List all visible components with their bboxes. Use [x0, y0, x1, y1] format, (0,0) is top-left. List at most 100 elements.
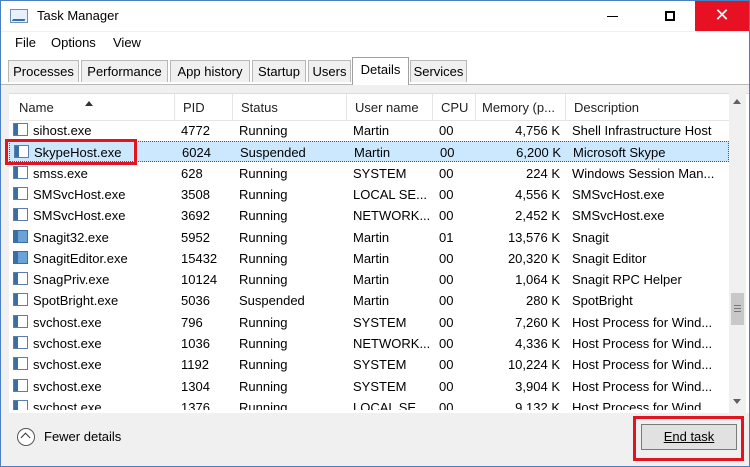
process-name: svchost.exe — [33, 357, 102, 373]
tab-details[interactable]: Details — [352, 57, 409, 85]
scroll-up-icon[interactable] — [733, 99, 741, 104]
table-row[interactable]: SpotBright.exe 5036 Suspended Martin 00 280 K… — [9, 290, 729, 311]
process-description: SpotBright — [572, 293, 633, 309]
process-user: NETWORK... — [353, 336, 431, 351]
task-manager-icon — [10, 9, 28, 23]
process-name: SMSvcHost.exe — [33, 186, 126, 202]
snagit-icon — [13, 229, 28, 243]
process-cpu: 00 — [439, 399, 454, 410]
process-status: Running — [239, 250, 288, 266]
process-name: sihost.exe — [33, 123, 92, 138]
close-icon: ✕ — [714, 5, 730, 26]
table-row[interactable]: svchost.exe 1192 Running SYSTEM 00 10,224 K Ho… — [9, 354, 729, 375]
process-name: SkypeHost.exe — [34, 145, 122, 161]
process-description: Host Process for Wind... — [572, 357, 713, 373]
menu-bar: File Options View — [1, 32, 749, 54]
process-status: Running — [239, 229, 288, 245]
column-header-user-name[interactable]: User name — [347, 94, 433, 120]
table-row[interactable]: svchost.exe 1304 Running SYSTEM 00 3,904 K Hos… — [9, 376, 729, 397]
process-pid: 5952 — [181, 229, 210, 245]
vertical-scrollbar[interactable] — [729, 93, 746, 413]
table-row[interactable]: svchost.exe 1376 Running LOCAL SE... 00 9,132… — [9, 397, 729, 410]
process-name: smss.exe — [33, 165, 88, 181]
tab-performance[interactable]: Performance — [81, 60, 168, 82]
column-header-status[interactable]: Status — [233, 94, 347, 120]
process-pid: 10124 — [181, 272, 218, 288]
column-header-name-label: Name — [19, 100, 54, 115]
table-row[interactable]: SMSvcHost.exe 3692 Running NETWORK... 00 2,45… — [9, 205, 729, 226]
column-header-pid[interactable]: PID — [175, 94, 233, 120]
process-memory: 4,756 K — [515, 123, 560, 138]
menu-file[interactable]: File — [15, 35, 36, 50]
process-pid: 796 — [181, 314, 203, 330]
process-user: Martin — [353, 272, 390, 288]
column-header-cpu[interactable]: CPU — [433, 94, 476, 120]
process-icon — [13, 357, 28, 371]
maximize-button[interactable] — [647, 1, 693, 31]
chevron-up-circle-icon[interactable] — [17, 428, 35, 446]
process-description: Shell Infrastructure Host — [572, 123, 712, 138]
tab-services[interactable]: Services — [410, 60, 467, 82]
table-row[interactable]: smss.exe 628 Running SYSTEM 00 224 K Windows S… — [9, 163, 729, 184]
process-cpu: 00 — [439, 186, 454, 202]
process-memory: 10,224 K — [507, 357, 560, 373]
process-memory: 280 K — [526, 293, 560, 309]
process-status: Running — [239, 378, 288, 394]
column-header-memory[interactable]: Memory (p... — [476, 94, 566, 120]
table-row[interactable]: SMSvcHost.exe 3508 Running LOCAL SE... 00 4,5… — [9, 184, 729, 205]
minimize-icon — [606, 15, 618, 17]
menu-options[interactable]: Options — [51, 35, 96, 50]
minimize-button[interactable] — [589, 1, 635, 31]
process-name: svchost.exe — [33, 399, 102, 410]
process-cpu: 00 — [439, 336, 454, 351]
table-row[interactable]: svchost.exe 1036 Running NETWORK... 00 4,336 … — [9, 333, 729, 354]
process-cpu: 00 — [439, 165, 454, 181]
process-status: Running — [239, 165, 288, 181]
process-icon — [13, 208, 28, 222]
tab-users[interactable]: Users — [308, 60, 351, 82]
table-row[interactable]: SnagPriv.exe 10124 Running Martin 00 1,064 K S… — [9, 269, 729, 290]
end-task-button[interactable]: End task — [641, 424, 737, 450]
tab-app-history[interactable]: App history — [170, 60, 250, 82]
title-bar[interactable]: Task Manager ✕ — [1, 1, 749, 31]
process-description: Host Process for Wind... — [572, 336, 713, 351]
process-memory: 20,320 K — [507, 250, 560, 266]
table-row[interactable]: Snagit32.exe 5952 Running Martin 01 13,576 K S… — [9, 227, 729, 248]
process-icon — [14, 145, 29, 159]
table-row[interactable]: svchost.exe 796 Running SYSTEM 00 7,260 K Host… — [9, 312, 729, 333]
process-name: svchost.exe — [33, 314, 102, 330]
process-name: svchost.exe — [33, 336, 102, 351]
process-pid: 3692 — [181, 208, 210, 224]
process-status: Running — [239, 208, 288, 224]
process-name: SnagPriv.exe — [33, 272, 110, 288]
process-memory: 224 K — [526, 165, 560, 181]
fewer-details-link[interactable]: Fewer details — [44, 429, 121, 444]
process-status: Suspended — [240, 145, 306, 161]
process-cpu: 00 — [439, 314, 454, 330]
process-details-table: Name PID Status User name CPU Memory (p.… — [9, 93, 749, 414]
process-pid: 6024 — [182, 145, 211, 161]
table-row[interactable]: sihost.exe 4772 Running Martin 00 4,756 K Shel… — [9, 120, 729, 141]
menu-view[interactable]: View — [113, 35, 141, 50]
scrollbar-thumb[interactable] — [731, 293, 744, 325]
process-description: Microsoft Skype — [573, 145, 666, 161]
maximize-icon — [665, 11, 675, 21]
process-pid: 1192 — [181, 357, 209, 373]
process-cpu: 00 — [439, 378, 454, 394]
table-row[interactable]: SnagitEditor.exe 15432 Running Martin 00 20,3… — [9, 248, 729, 269]
process-status: Running — [239, 336, 288, 351]
tab-processes[interactable]: Processes — [8, 60, 79, 82]
process-name: SpotBright.exe — [33, 293, 119, 309]
column-header-name[interactable]: Name — [9, 94, 175, 120]
process-pid: 1376 — [181, 399, 210, 410]
process-pid: 1036 — [181, 336, 210, 351]
process-pid: 15432 — [181, 250, 218, 266]
close-button[interactable]: ✕ — [695, 1, 749, 31]
column-header-description[interactable]: Description — [566, 94, 729, 120]
scroll-down-icon[interactable] — [733, 399, 741, 404]
process-pid: 3508 — [181, 186, 210, 202]
process-icon — [13, 272, 28, 286]
table-row[interactable]: SkypeHost.exe 6024 Suspended Martin 00 6,200 … — [9, 141, 729, 163]
process-description: Host Process for Wind... — [572, 378, 713, 394]
tab-startup[interactable]: Startup — [252, 60, 306, 82]
